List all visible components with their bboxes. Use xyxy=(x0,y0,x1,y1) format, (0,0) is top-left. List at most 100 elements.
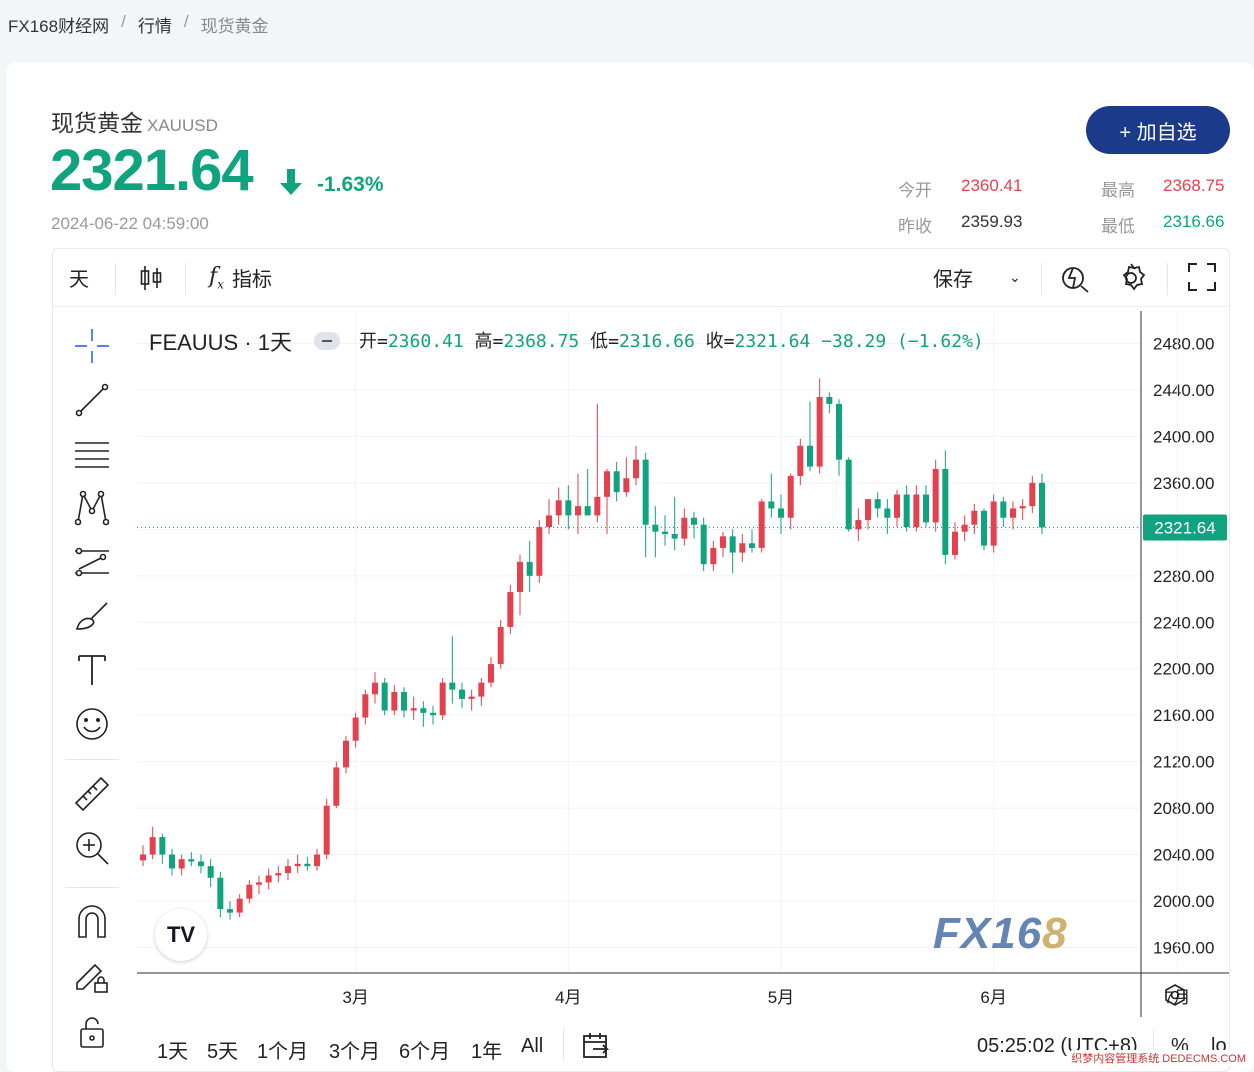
candle-body xyxy=(768,501,775,509)
candle-body xyxy=(285,866,291,874)
drawing-tools-sidebar xyxy=(53,307,135,1071)
candle-body xyxy=(323,805,330,855)
fx168-watermark: FX168 xyxy=(933,909,1068,958)
candle-body xyxy=(555,500,562,516)
candle-body xyxy=(594,496,601,516)
candle-body xyxy=(720,536,726,548)
range-button-1[interactable]: 5天 xyxy=(207,1035,238,1064)
chart-toolbar: 天 fx 指标 保存 ⌄ xyxy=(53,249,1229,307)
range-button-3[interactable]: 3个月 xyxy=(329,1035,380,1064)
crosshair-icon[interactable] xyxy=(73,327,111,365)
y-tick-label: 2120.00 xyxy=(1153,753,1214,772)
instrument-name: 现货黄金 XAUUSD xyxy=(51,110,218,136)
fib-lines-icon[interactable] xyxy=(73,435,111,473)
candle-body xyxy=(729,536,736,553)
magnet-icon[interactable] xyxy=(73,903,111,941)
last-price-label: 2321.64 xyxy=(1154,518,1215,537)
stat-prev-close-value: 2359.93 xyxy=(961,212,1023,231)
alert-icon[interactable] xyxy=(1059,262,1091,294)
candle-body xyxy=(990,501,997,546)
x-tick-label: 5月 xyxy=(768,988,794,1007)
range-button-0[interactable]: 1天 xyxy=(157,1035,188,1064)
text-icon[interactable] xyxy=(73,651,111,689)
tradingview-logo[interactable]: TV xyxy=(155,909,207,961)
breadcrumb-separator: / xyxy=(183,12,189,31)
x-tick-label: 6月 xyxy=(980,988,1006,1007)
y-tick-label: 2160.00 xyxy=(1153,706,1214,725)
candle-body xyxy=(575,506,581,516)
candle-body xyxy=(178,859,185,869)
candle-type-icon[interactable] xyxy=(139,264,163,292)
candle-body xyxy=(739,543,746,553)
candle-body xyxy=(169,854,175,869)
emoji-icon[interactable] xyxy=(73,705,111,743)
y-tick-label: 2000.00 xyxy=(1153,892,1214,911)
y-tick-label: 1960.00 xyxy=(1153,938,1214,957)
pattern-icon[interactable] xyxy=(73,489,111,527)
ruler-icon[interactable] xyxy=(73,775,111,813)
candle-body xyxy=(468,696,475,699)
breadcrumb-section[interactable]: 行情 xyxy=(138,12,172,37)
candle-body xyxy=(584,506,591,516)
tool-divider xyxy=(65,759,119,760)
stat-high: 最高 xyxy=(1101,181,1135,200)
candle-body xyxy=(420,708,427,713)
breadcrumb-home[interactable]: FX168财经网 xyxy=(8,12,109,37)
projection-icon[interactable] xyxy=(73,543,111,581)
candle-body xyxy=(217,877,224,910)
stat-low-value: 2316.66 xyxy=(1163,212,1225,231)
candle-body xyxy=(352,717,359,741)
x-tick-label: 4月 xyxy=(555,988,581,1007)
candle-body xyxy=(816,396,823,467)
candle-body xyxy=(430,712,436,716)
candle-body xyxy=(140,854,146,861)
ohlc-close: 2321.64 xyxy=(734,331,811,352)
interval-button[interactable]: 天 xyxy=(69,263,89,292)
range-button-5[interactable]: 1年 xyxy=(471,1035,502,1064)
candle-body xyxy=(604,471,610,497)
range-button-6[interactable]: All xyxy=(521,1035,543,1058)
candle-body xyxy=(333,767,340,806)
candle-body xyxy=(227,909,233,913)
candle-body xyxy=(633,459,639,479)
ohlc-low: 2316.66 xyxy=(618,331,695,352)
settings-gear-icon[interactable] xyxy=(1115,262,1147,294)
add-watchlist-button[interactable]: + 加自选 xyxy=(1086,106,1230,154)
candle-body xyxy=(787,475,794,518)
candle-body xyxy=(1010,508,1016,518)
zoom-in-icon[interactable] xyxy=(73,829,111,867)
trend-line-icon[interactable] xyxy=(73,381,111,419)
candle-body xyxy=(1000,501,1007,518)
candle-body xyxy=(236,898,243,913)
candle-body xyxy=(874,499,881,509)
y-tick-label: 2200.00 xyxy=(1153,660,1214,679)
range-button-4[interactable]: 6个月 xyxy=(399,1035,450,1064)
y-tick-label: 2400.00 xyxy=(1153,427,1214,446)
y-tick-label: 2240.00 xyxy=(1153,613,1214,632)
candle-body xyxy=(1039,482,1045,528)
range-button-2[interactable]: 1个月 xyxy=(257,1035,308,1064)
chart-legend: FEAUUS · 1天 xyxy=(149,325,341,357)
candle-body xyxy=(691,517,697,525)
goto-date-icon[interactable] xyxy=(581,1031,611,1061)
candle-body xyxy=(265,875,272,883)
legend-collapse-icon[interactable] xyxy=(314,332,341,350)
lock-drawing-icon[interactable] xyxy=(73,957,111,995)
fullscreen-icon[interactable] xyxy=(1187,262,1217,292)
unlock-icon[interactable] xyxy=(73,1013,111,1051)
indicators-button[interactable]: fx 指标 xyxy=(209,263,272,292)
candle-body xyxy=(372,682,378,695)
down-arrow-icon xyxy=(280,169,302,195)
brush-icon[interactable] xyxy=(73,597,111,635)
candle-body xyxy=(923,494,929,523)
candle-body xyxy=(932,468,939,523)
candle-body xyxy=(256,882,262,885)
candle-body xyxy=(381,682,388,711)
y-tick-label: 2280.00 xyxy=(1153,567,1214,586)
chart-widget: 天 fx 指标 保存 ⌄ 2480.00 2440.00 2400.00 2360.00 2… xyxy=(52,248,1230,1072)
candle-body xyxy=(343,740,349,768)
save-button[interactable]: 保存 ⌄ xyxy=(933,263,1021,292)
candle-body xyxy=(613,471,620,493)
candle-body xyxy=(845,459,852,530)
ohlc-open: 2360.41 xyxy=(387,331,464,352)
